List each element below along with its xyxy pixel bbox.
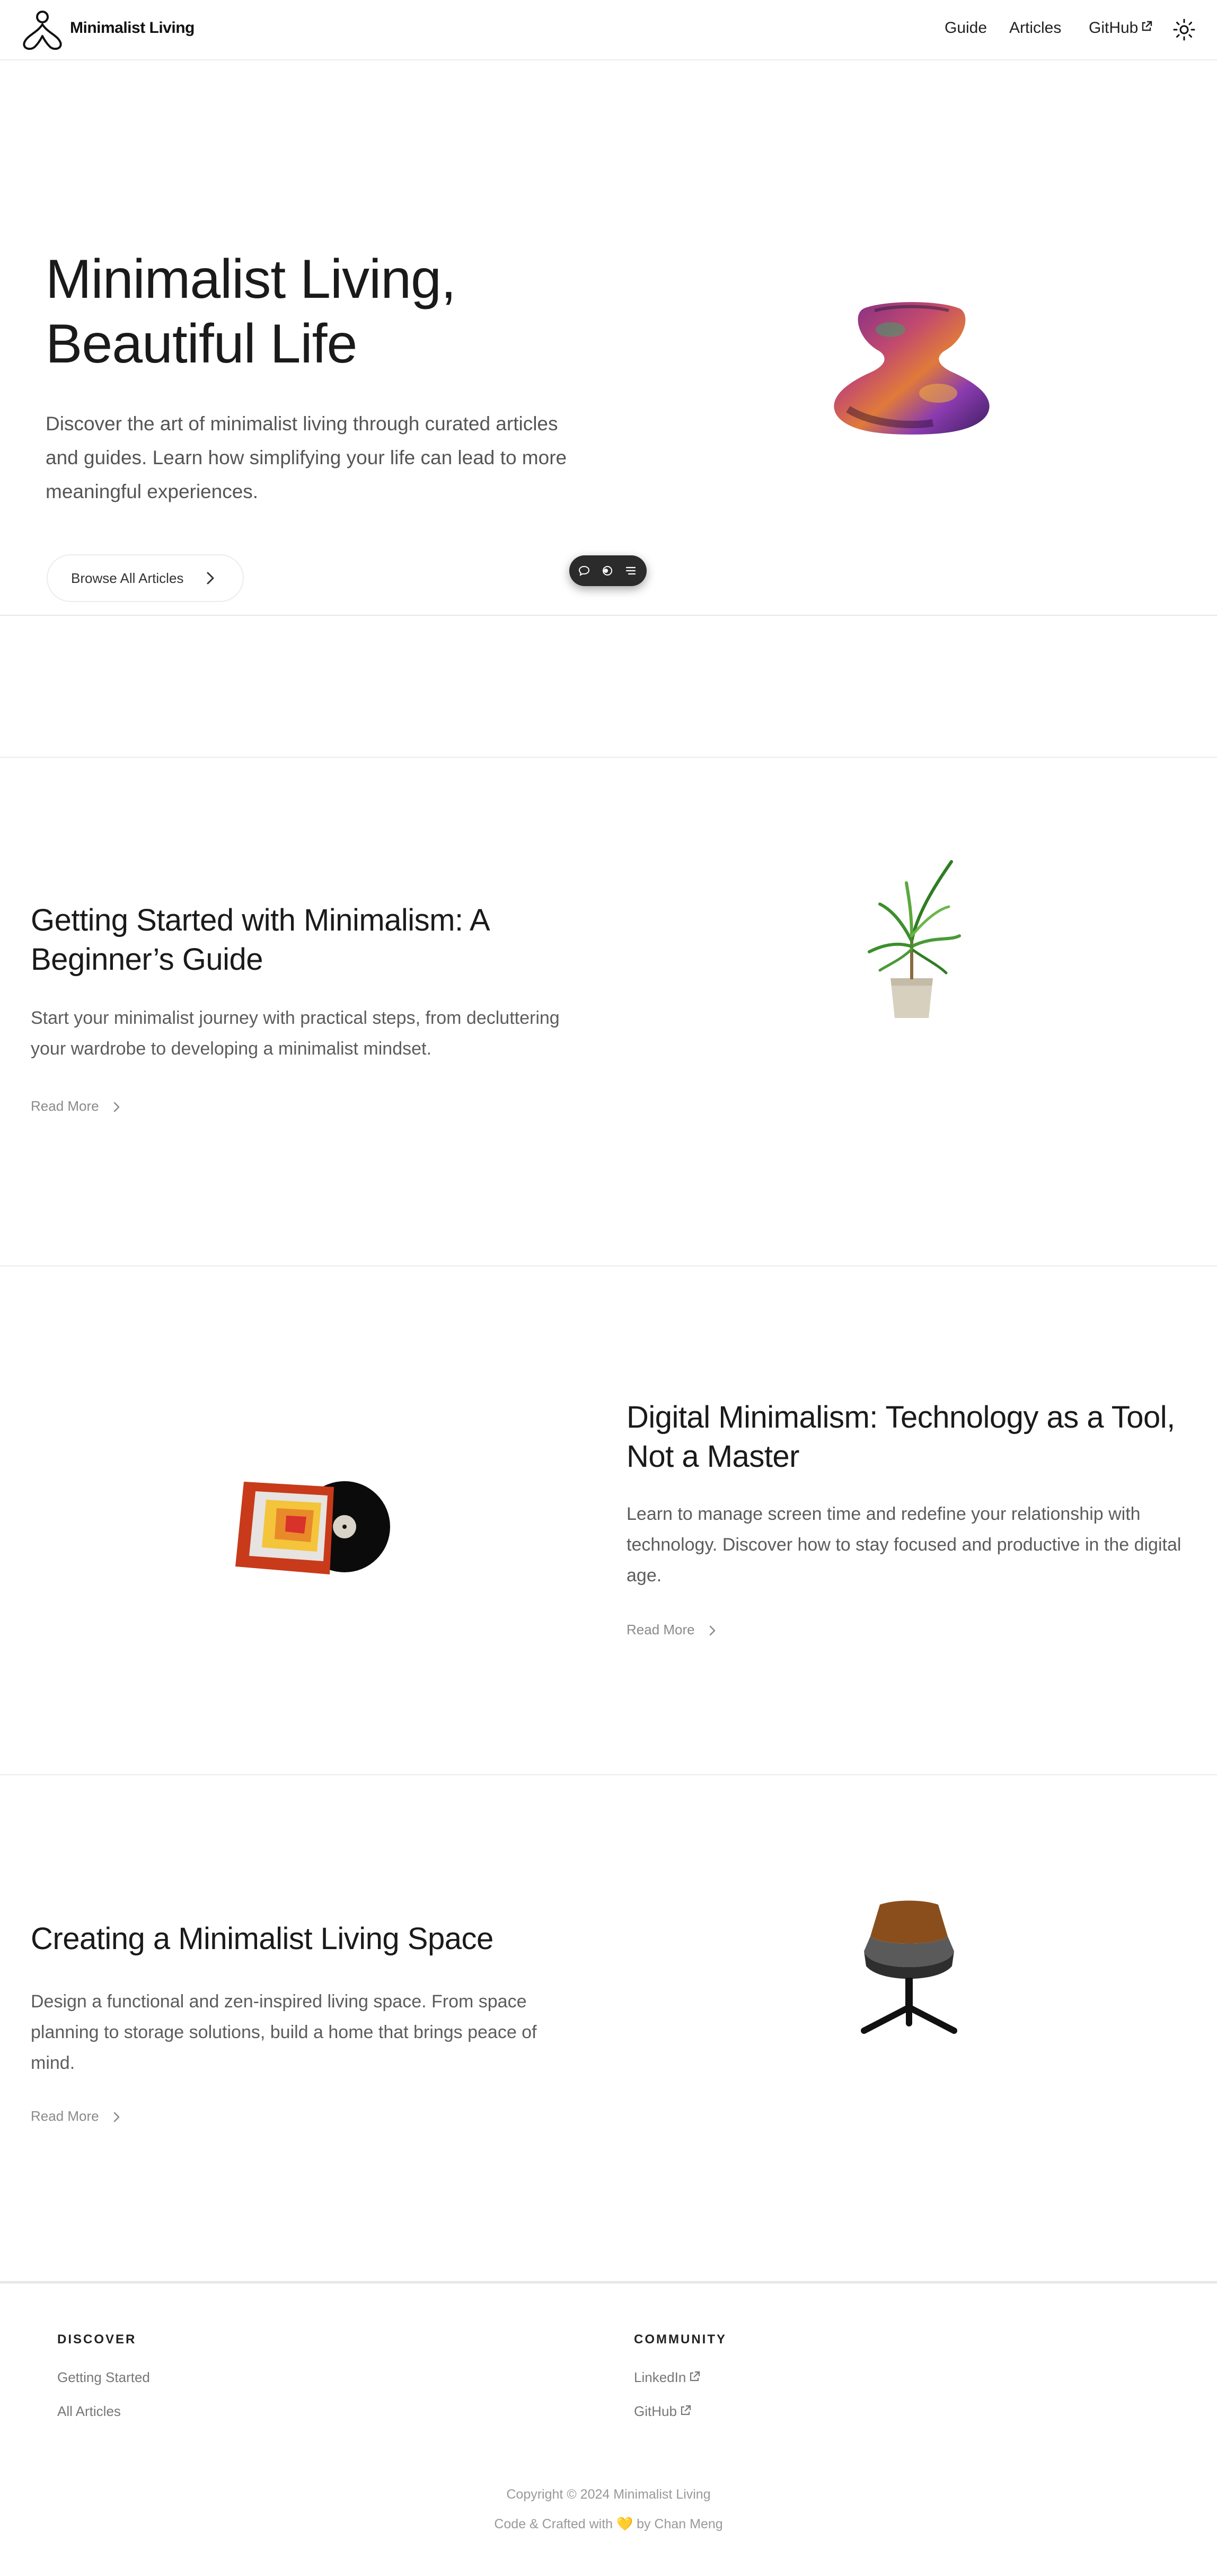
browse-articles-button[interactable]: Browse All Articles bbox=[47, 554, 244, 602]
nav-guide[interactable]: Guide bbox=[945, 19, 987, 37]
footer-link-github-label: GitHub bbox=[634, 2403, 677, 2419]
brand-name[interactable]: Minimalist Living bbox=[70, 19, 195, 37]
article-title[interactable]: Digital Minimalism: Technology as a Tool… bbox=[627, 1398, 1188, 1476]
footer-link-github[interactable]: GitHub bbox=[634, 2403, 692, 2420]
vinyl-record-image bbox=[235, 1481, 390, 1574]
read-more-link[interactable]: Read More bbox=[31, 2108, 122, 2124]
article-title[interactable]: Creating a Minimalist Living Space bbox=[31, 1919, 582, 1959]
article-description: Learn to manage screen time and redefine… bbox=[627, 1504, 1181, 1586]
credit-text: Code & Crafted with 💛 by Chan Meng bbox=[494, 2517, 723, 2531]
footer-community-heading: COMMUNITY bbox=[634, 2332, 727, 2347]
colorful-vase-image bbox=[834, 302, 990, 435]
hero-section: Minimalist Living, Beautiful Life Discov… bbox=[0, 60, 1217, 616]
chevron-right-icon bbox=[113, 1102, 119, 1112]
chevron-right-icon bbox=[113, 2112, 119, 2122]
menu-icon[interactable] bbox=[624, 564, 637, 577]
hero-title: Minimalist Living, Beautiful Life bbox=[46, 247, 576, 376]
footer-link-getting-started[interactable]: Getting Started bbox=[57, 2369, 150, 2386]
nav-articles[interactable]: Articles bbox=[1009, 19, 1061, 37]
read-more-link[interactable]: Read More bbox=[31, 1098, 122, 1114]
article-card-1: Getting Started with Minimalism: A Begin… bbox=[0, 758, 1217, 1267]
toggle-icon[interactable] bbox=[601, 564, 614, 577]
lounge-chair-image bbox=[861, 1900, 957, 2034]
article-description: Start your minimalist journey with pract… bbox=[31, 1008, 560, 1059]
article-description: Design a functional and zen-inspired liv… bbox=[31, 1991, 537, 2073]
potted-plant-image bbox=[868, 860, 961, 1018]
chevron-right-icon bbox=[709, 1625, 715, 1636]
article-card-3: Creating a Minimalist Living Space Desig… bbox=[0, 1775, 1217, 2282]
footer-link-linkedin-label: LinkedIn bbox=[634, 2369, 686, 2385]
read-more-label: Read More bbox=[31, 1098, 99, 1114]
external-link-icon bbox=[1142, 21, 1152, 31]
external-link-icon bbox=[690, 2371, 700, 2382]
read-more-label: Read More bbox=[31, 2108, 99, 2124]
footer-link-linkedin[interactable]: LinkedIn bbox=[634, 2369, 701, 2386]
lotus-meditation-icon[interactable] bbox=[21, 10, 64, 51]
browse-articles-label: Browse All Articles bbox=[71, 570, 184, 586]
nav-github-label: GitHub bbox=[1089, 19, 1139, 37]
comment-icon[interactable] bbox=[578, 564, 590, 577]
hero-title-line1: Minimalist Living, bbox=[46, 249, 456, 310]
read-more-label: Read More bbox=[627, 1622, 695, 1637]
nav-github[interactable]: GitHub bbox=[1089, 19, 1153, 37]
article-card-2: Digital Minimalism: Technology as a Tool… bbox=[0, 1267, 1217, 1775]
hero-title-line2: Beautiful Life bbox=[46, 313, 357, 375]
article-title[interactable]: Getting Started with Minimalism: A Begin… bbox=[31, 901, 582, 979]
footer-link-all-articles[interactable]: All Articles bbox=[57, 2403, 121, 2420]
footer-discover-heading: DISCOVER bbox=[57, 2332, 137, 2347]
site-footer: DISCOVER Getting Started All Articles CO… bbox=[0, 2282, 1217, 2576]
section-divider bbox=[0, 616, 1217, 758]
floating-toolbar bbox=[569, 555, 647, 586]
sun-icon[interactable] bbox=[1172, 18, 1196, 41]
hero-description: Discover the art of minimalist living th… bbox=[46, 413, 567, 502]
external-link-icon bbox=[681, 2405, 691, 2415]
site-header: Minimalist Living Guide Articles GitHub bbox=[0, 0, 1217, 60]
read-more-link[interactable]: Read More bbox=[627, 1622, 718, 1638]
chevron-right-icon bbox=[207, 572, 214, 585]
copyright-text: Copyright © 2024 Minimalist Living bbox=[506, 2487, 711, 2502]
